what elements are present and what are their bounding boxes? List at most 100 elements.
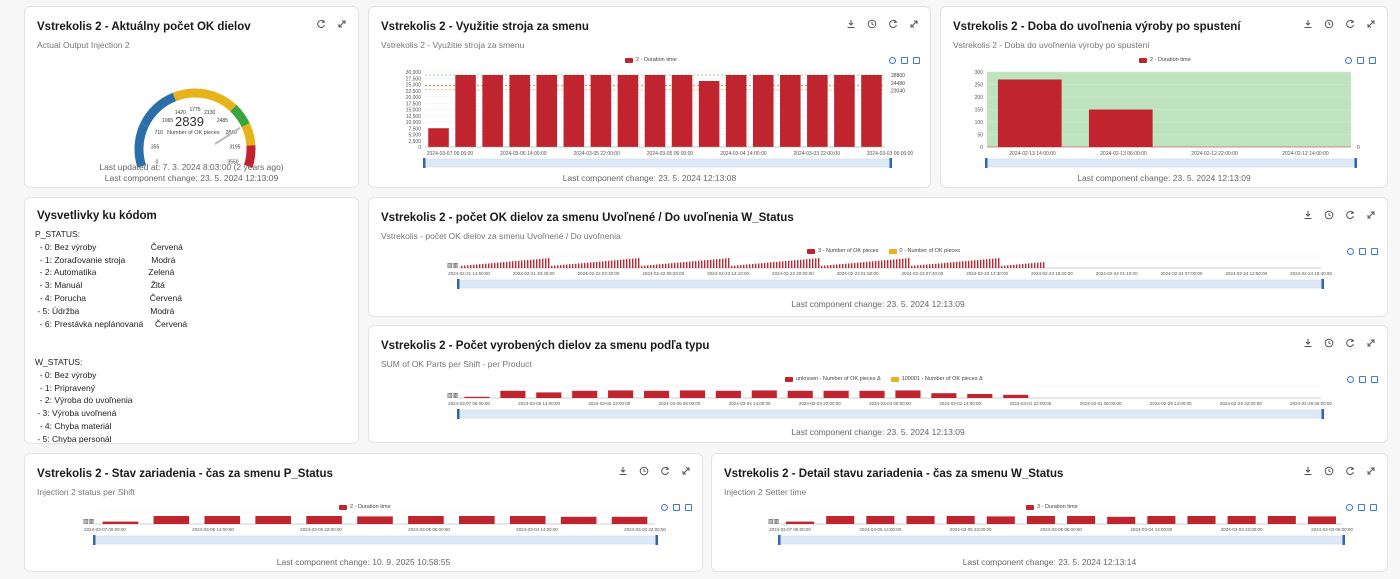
- refresh-icon[interactable]: [1344, 465, 1356, 477]
- bar: [914, 265, 916, 268]
- download-icon[interactable]: [1302, 209, 1314, 221]
- bar: [785, 261, 787, 268]
- refresh-icon[interactable]: [1344, 18, 1356, 30]
- bar: [776, 261, 778, 268]
- history-icon[interactable]: [1323, 337, 1335, 349]
- bar: [509, 261, 511, 268]
- bar: [884, 260, 886, 268]
- bar: [428, 128, 449, 147]
- card-subtitle: Injection 2 status per Shift: [37, 487, 135, 497]
- refresh-icon[interactable]: [1344, 209, 1356, 221]
- y-tick-label: 50: [977, 133, 983, 139]
- zoom-icon[interactable]: [1358, 504, 1365, 511]
- bar: [479, 264, 481, 268]
- history-icon[interactable]: [638, 465, 650, 477]
- bar: [572, 390, 598, 398]
- refresh-icon[interactable]: [315, 18, 327, 30]
- y-axis-marker: ▥▥: [447, 263, 459, 269]
- bar: [797, 259, 799, 268]
- x-tick-label: 2024-02-24 07:00:00: [1161, 271, 1203, 276]
- history-icon[interactable]: [1323, 465, 1335, 477]
- legend-item[interactable]: 3 - Number of OK pieces: [807, 248, 879, 254]
- x-tick-label: 2024-02-29 14:00:00: [1150, 401, 1192, 406]
- bar: [707, 259, 709, 268]
- x-tick-label: 2024-03-05 06:00:00: [408, 527, 450, 532]
- bar: [204, 516, 241, 524]
- bar: [569, 264, 571, 268]
- history-icon[interactable]: [1323, 18, 1335, 30]
- bar: [1147, 516, 1176, 524]
- bar: [752, 75, 774, 147]
- bar: [153, 516, 190, 524]
- expand-icon[interactable]: [1365, 18, 1377, 30]
- zoom-reset-icon[interactable]: [1370, 504, 1377, 511]
- legend-item[interactable]: 0 - Number of OK pieces: [888, 248, 960, 254]
- bar: [545, 258, 547, 268]
- bar: [824, 265, 826, 268]
- expand-icon[interactable]: [1365, 209, 1377, 221]
- restore-icon[interactable]: [1346, 504, 1353, 511]
- zoom-reset-icon[interactable]: [1371, 248, 1378, 255]
- zoom-slider-handle: [889, 158, 892, 168]
- expand-icon[interactable]: [1365, 337, 1377, 349]
- download-icon[interactable]: [1302, 465, 1314, 477]
- y-tick-label: 0: [418, 145, 421, 151]
- zoom-slider-handle: [1354, 158, 1357, 168]
- download-icon[interactable]: [1302, 337, 1314, 349]
- bar: [944, 262, 946, 268]
- bar: [494, 262, 496, 268]
- card-subtitle: SUM of OK Parts per Shift - per Product: [381, 359, 532, 369]
- bar: [524, 260, 526, 268]
- restore-icon[interactable]: [1347, 376, 1354, 383]
- zoom-reset-icon[interactable]: [685, 504, 692, 511]
- x-tick-label: 2024-02-22 20:00:00: [772, 271, 814, 276]
- refresh-icon[interactable]: [1344, 337, 1356, 349]
- bar: [734, 265, 736, 268]
- download-icon[interactable]: [617, 465, 629, 477]
- expand-icon[interactable]: [908, 18, 920, 30]
- restore-icon[interactable]: [1347, 248, 1354, 255]
- bar: [563, 75, 585, 147]
- bar: [1013, 264, 1015, 268]
- expand-icon[interactable]: [336, 18, 348, 30]
- bar: [1267, 516, 1296, 524]
- x-tick-label: 2024-03-04 14:00:00: [720, 151, 767, 157]
- card-tools: [315, 18, 348, 30]
- legend-item[interactable]: 100001 - Number of OK pieces Δ: [890, 376, 983, 382]
- bar: [611, 516, 648, 524]
- bar: [638, 258, 640, 268]
- download-icon[interactable]: [845, 18, 857, 30]
- zoom-reset-icon[interactable]: [1371, 376, 1378, 383]
- restore-icon[interactable]: [661, 504, 668, 511]
- zoom-slider-handle: [778, 535, 781, 545]
- y-tick-label: 300: [975, 70, 984, 76]
- card-title: Vstrekolis 2 - Využitie stroja za smenu: [381, 21, 589, 33]
- history-icon[interactable]: [1323, 209, 1335, 221]
- history-icon[interactable]: [866, 18, 878, 30]
- card-title: Vstrekolis 2 - Stav zariadenia - čas za …: [37, 468, 333, 480]
- card-tools: [845, 18, 920, 30]
- download-icon[interactable]: [1302, 18, 1314, 30]
- bar: [848, 263, 850, 268]
- bar: [643, 390, 670, 398]
- refresh-icon[interactable]: [659, 465, 671, 477]
- legend-item[interactable]: unknown - Number of OK pieces Δ: [785, 376, 881, 382]
- zoom-icon[interactable]: [673, 504, 680, 511]
- bar: [782, 261, 784, 268]
- legend-item[interactable]: 3 - Duration time: [1026, 504, 1078, 510]
- zoom-slider-handle: [1321, 279, 1324, 289]
- x-tick-label: 2024-02-22 02:30:00: [578, 271, 620, 276]
- y-tick-label: 25,000: [406, 83, 422, 89]
- bar: [899, 258, 901, 268]
- bar: [1026, 516, 1055, 524]
- refresh-icon[interactable]: [887, 18, 899, 30]
- legend-item[interactable]: 2 - Duration time: [339, 504, 391, 510]
- expand-icon[interactable]: [1365, 465, 1377, 477]
- bar: [1187, 516, 1216, 524]
- bar: [815, 258, 817, 268]
- x-tick-label: 2024-03-03 22:00:00: [1221, 527, 1263, 532]
- zoom-icon[interactable]: [1359, 376, 1366, 383]
- legend-label: 3 - Duration time: [1037, 504, 1078, 510]
- zoom-icon[interactable]: [1359, 248, 1366, 255]
- expand-icon[interactable]: [680, 465, 692, 477]
